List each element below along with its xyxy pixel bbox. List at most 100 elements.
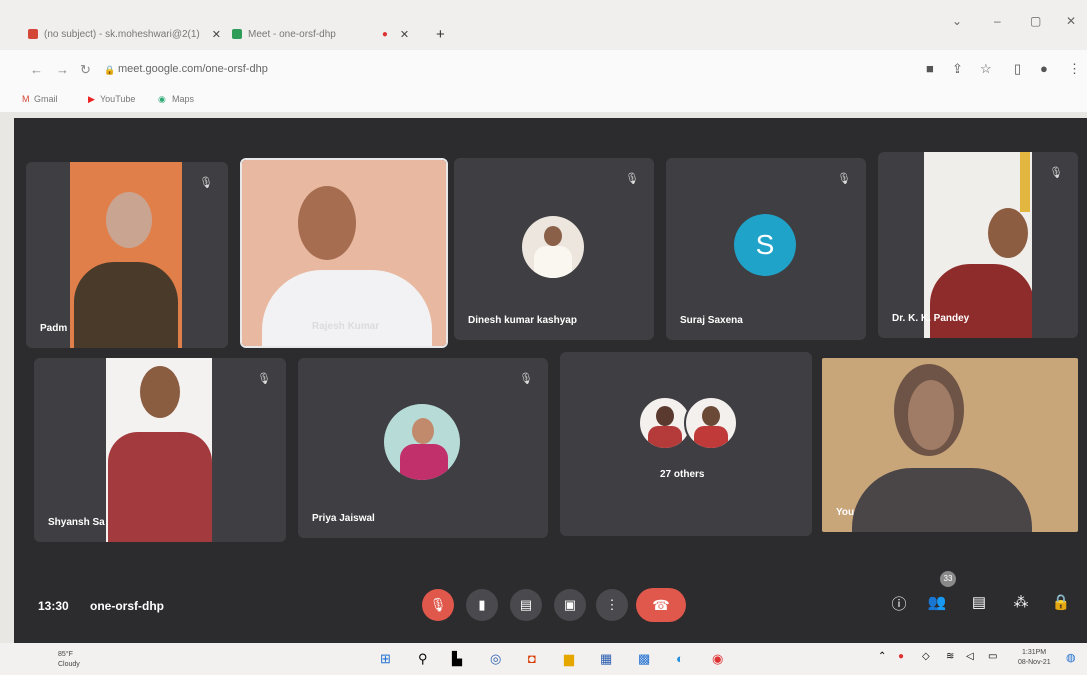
bookmark-maps[interactable]: Maps <box>172 94 194 104</box>
bookmarks-bar: M Gmail ▶ YouTube ◉ Maps <box>0 90 1087 112</box>
meeting-time: 13:30 <box>38 599 69 613</box>
avatar <box>384 404 460 480</box>
person-face <box>908 380 954 450</box>
tray-icon[interactable]: ◇ <box>922 651 930 662</box>
tray-app-icon[interactable]: ● <box>898 651 904 662</box>
volume-icon[interactable]: ◁ <box>966 651 974 662</box>
person-body <box>400 444 448 480</box>
background-object <box>1020 152 1030 212</box>
share-icon[interactable]: ⇪ <box>952 61 963 77</box>
maximize-icon[interactable]: ▢ <box>1030 14 1041 28</box>
more-icon: ⋮ <box>605 597 619 612</box>
participant-tile[interactable]: S 🎙 Suraj Saxena <box>666 158 866 340</box>
file-explorer-icon[interactable]: ▆ <box>564 651 574 667</box>
extensions-icon[interactable]: ▯ <box>1014 61 1021 77</box>
others-count: 27 others <box>660 469 705 480</box>
address-bar: ← → ↻ 🔒 meet.google.com/one-orsf-dhp ■ ⇪… <box>0 50 1087 90</box>
star-icon[interactable]: ☆ <box>980 61 992 77</box>
close-window-icon[interactable]: ✕ <box>1066 14 1076 28</box>
minimize-icon[interactable]: – <box>994 14 1001 28</box>
participant-tile[interactable]: 🎙 Priya Jaiswal <box>298 358 548 538</box>
back-icon[interactable]: ← <box>30 62 43 77</box>
browser-tab-bar: (no subject) - sk.moheshwari@2(1) ✕ Meet… <box>0 0 1087 50</box>
chrome-icon[interactable]: ◉ <box>712 651 723 667</box>
participant-name: Shyansh Sa <box>48 517 105 528</box>
maps-icon: ◉ <box>158 94 166 104</box>
people-count-badge: 33 <box>940 571 956 587</box>
tab-meet[interactable]: Meet - one-orsf-dhp ● ✕ <box>232 22 409 46</box>
tab-title: (no subject) - sk.moheshwari@2(1) <box>44 28 200 40</box>
person-head <box>702 406 720 426</box>
participant-tile[interactable]: 🎙 Padm <box>26 162 228 348</box>
host-controls-icon[interactable]: 🔒 <box>1050 593 1072 615</box>
camera-toggle-button[interactable]: ▮ <box>466 589 498 621</box>
bookmark-gmail[interactable]: Gmail <box>34 94 58 104</box>
participant-name: Padm <box>40 323 68 334</box>
notification-icon[interactable]: ◍ <box>1066 651 1076 664</box>
present-icon: ▣ <box>563 597 577 612</box>
person-body <box>694 426 728 448</box>
gmail-icon: M <box>22 94 30 104</box>
task-view-icon[interactable]: ▙ <box>452 651 462 667</box>
meeting-code: one-orsf-dhp <box>90 599 164 613</box>
meeting-controls-bar: 13:30 one-orsf-dhp 🎙 ▮ ▤ ▣ ⋮ ☎ ⓘ 👥 33 ▤ … <box>14 571 1087 643</box>
meeting-details-icon[interactable]: ⓘ <box>888 593 910 615</box>
close-icon[interactable]: ✕ <box>212 28 221 41</box>
store-icon[interactable]: ▦ <box>600 651 612 667</box>
tab-title: Meet - one-orsf-dhp <box>248 28 336 40</box>
avatar[interactable]: ● <box>1040 61 1048 76</box>
reload-icon[interactable]: ↻ <box>80 62 91 78</box>
mic-muted-icon: 🎙 <box>837 173 851 185</box>
battery-icon[interactable]: ▭ <box>988 651 997 662</box>
search-icon[interactable]: ⚲ <box>418 651 428 667</box>
wifi-icon[interactable]: ≋ <box>946 651 954 662</box>
clock-time[interactable]: 1:31PM <box>1022 649 1046 656</box>
close-icon[interactable]: ✕ <box>400 28 409 41</box>
more-options-button[interactable]: ⋮ <box>596 589 628 621</box>
weather-text: Cloudy <box>58 661 80 668</box>
chevron-up-icon[interactable]: ⌃ <box>878 651 886 662</box>
person-body <box>108 432 212 542</box>
new-tab-button[interactable]: + <box>436 22 445 46</box>
participant-video <box>106 358 212 542</box>
participant-name: Suraj Saxena <box>680 315 743 326</box>
tab-gmail[interactable]: (no subject) - sk.moheshwari@2(1) ✕ <box>28 22 221 46</box>
people-icon[interactable]: 👥 <box>926 593 948 615</box>
chat-icon[interactable]: ▤ <box>968 593 990 615</box>
captions-button[interactable]: ▤ <box>510 589 542 621</box>
self-tile[interactable]: You <box>822 358 1078 532</box>
gmail-icon <box>28 29 38 39</box>
participant-tile[interactable]: 🎙 Shyansh Sa <box>34 358 286 542</box>
present-button[interactable]: ▣ <box>554 589 586 621</box>
person-body <box>262 270 432 346</box>
office-icon[interactable]: ◘ <box>528 651 536 666</box>
youtube-icon: ▶ <box>88 94 95 104</box>
forward-icon[interactable]: → <box>56 62 69 77</box>
camera-indicator-icon[interactable]: ■ <box>926 61 934 76</box>
end-call-button[interactable]: ☎ <box>636 588 686 622</box>
clock-date[interactable]: 08-Nov-21 <box>1018 659 1051 666</box>
person-head <box>140 366 180 418</box>
person-body <box>74 262 178 348</box>
photos-icon[interactable]: ▩ <box>638 651 650 667</box>
camera-icon: ▮ <box>478 597 486 612</box>
participant-tile[interactable]: 🎙 Dinesh kumar kashyap <box>454 158 654 340</box>
participant-name: Dr. K. K. Pandey <box>892 313 970 324</box>
participant-tile-active[interactable]: Rajesh Kumar <box>240 158 448 348</box>
participant-tile-others[interactable]: 27 others <box>560 352 812 536</box>
activities-icon[interactable]: ⁂ <box>1010 593 1032 615</box>
bookmark-youtube[interactable]: YouTube <box>100 94 135 104</box>
chevron-down-icon[interactable]: ⌄ <box>952 14 962 28</box>
mic-toggle-button[interactable]: 🎙 <box>422 589 454 621</box>
menu-icon[interactable]: ⋮ <box>1068 61 1081 77</box>
windows-taskbar: 85°F Cloudy ⊞ ⚲ ▙ ◎ ◘ ▆ ▦ ▩ ◐ ◉ ⌃ ● ◇ ≋ … <box>0 643 1087 675</box>
self-video <box>822 358 1078 532</box>
meet-stage: 🎙 Padm Rajesh Kumar 🎙 Dinesh kumar kashy… <box>14 118 1087 643</box>
start-icon[interactable]: ⊞ <box>380 651 391 667</box>
participant-name: Priya Jaiswal <box>312 513 375 524</box>
participant-tile[interactable]: 🎙 Dr. K. K. Pandey <box>878 152 1078 338</box>
edge-icon[interactable]: ◐ <box>676 651 684 666</box>
chat-app-icon[interactable]: ◎ <box>490 651 501 667</box>
url-field[interactable]: meet.google.com/one-orsf-dhp <box>118 63 268 75</box>
weather-temp: 85°F <box>58 651 73 658</box>
